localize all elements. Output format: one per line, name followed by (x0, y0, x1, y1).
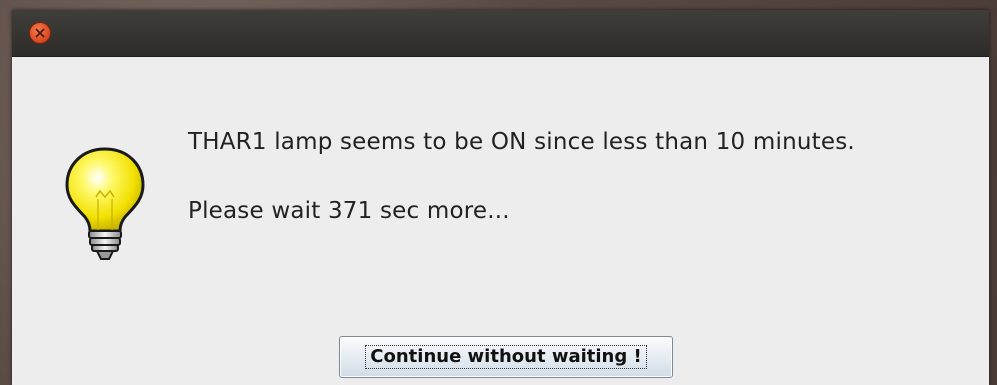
dialog-content: THAR1 lamp seems to be ON since less tha… (12, 57, 989, 385)
close-icon (35, 28, 45, 38)
dialog-window: THAR1 lamp seems to be ON since less tha… (12, 10, 989, 385)
message-line-2: Please wait 371 sec more... (188, 198, 510, 224)
continue-without-waiting-button[interactable]: Continue without waiting ! (339, 336, 673, 378)
message-line-1: THAR1 lamp seems to be ON since less tha… (188, 129, 855, 155)
title-bar (12, 10, 989, 57)
continue-button-label: Continue without waiting ! (370, 346, 642, 367)
lightbulb-icon (65, 147, 145, 260)
close-button[interactable] (29, 22, 51, 44)
